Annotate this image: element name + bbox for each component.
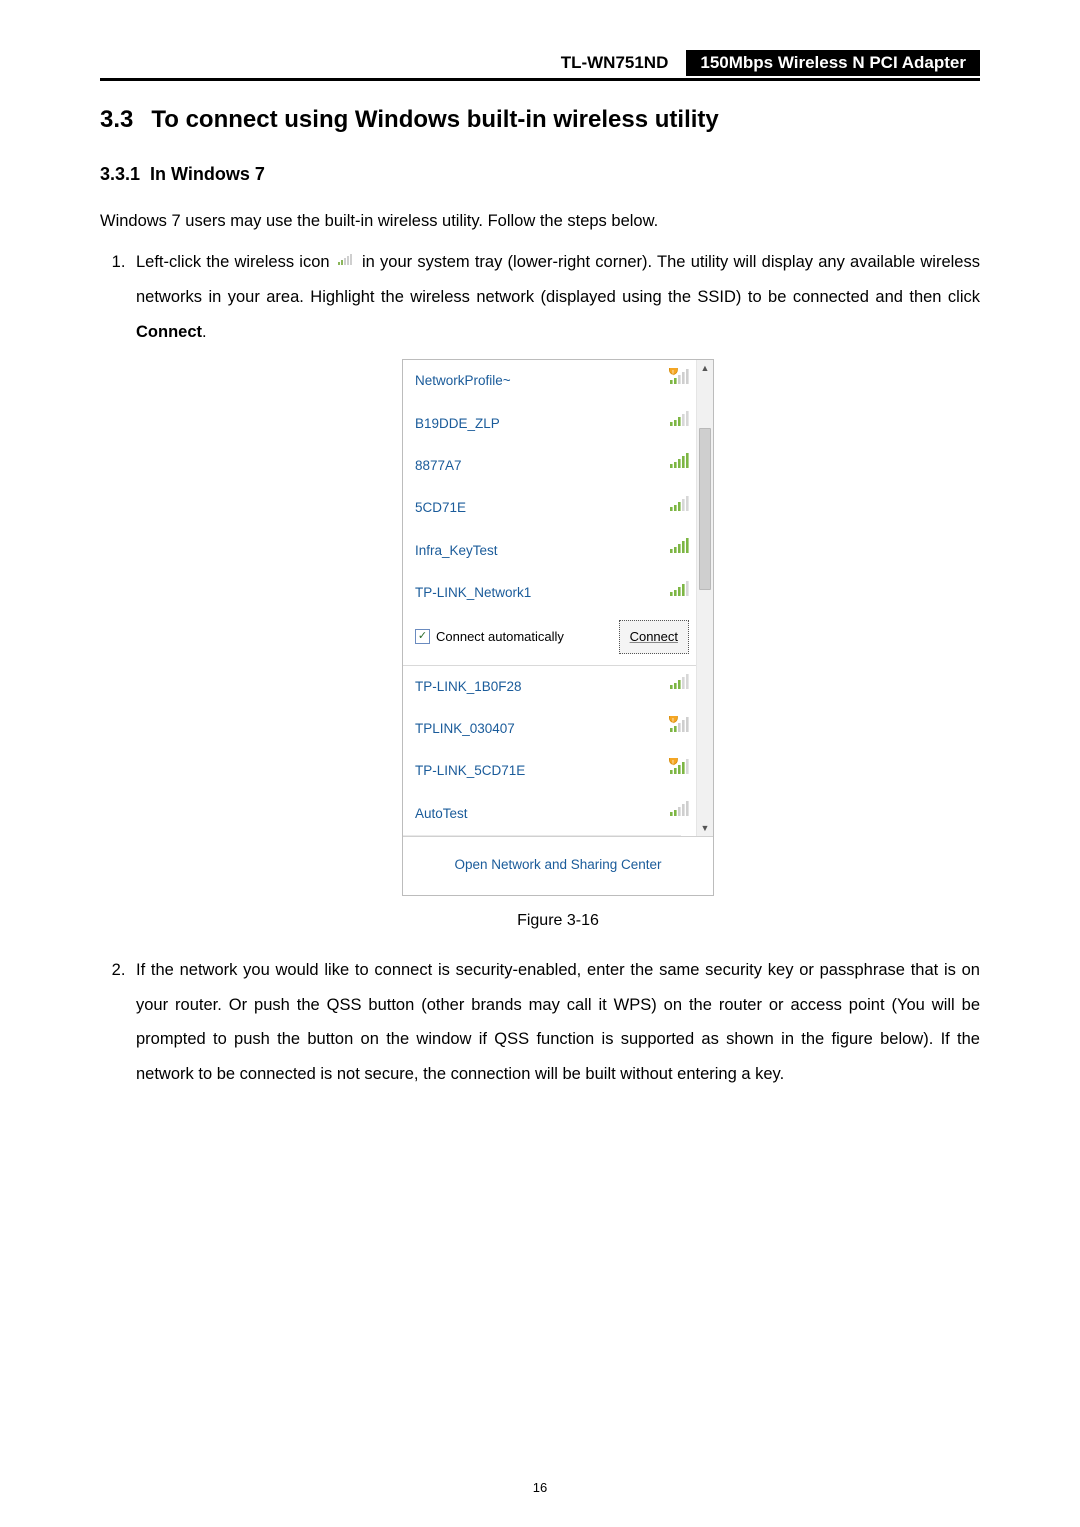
open-network-center-link[interactable]: Open Network and Sharing Center — [403, 836, 713, 895]
wifi-ssid: B19DDE_ZLP — [415, 410, 665, 438]
wifi-flyout: NetworkProfile~ ! B19DDE_ZLP 8877A7 5CD7… — [402, 359, 714, 896]
scroll-thumb[interactable] — [699, 428, 711, 590]
step1-text-c: . — [202, 323, 207, 341]
wifi-network-item[interactable]: TP-LINK_5CD71E ! — [403, 750, 697, 792]
wifi-ssid: TPLINK_030407 — [415, 715, 665, 743]
signal-strength-icon — [665, 495, 691, 522]
section-title-text: To connect using Windows built-in wirele… — [151, 106, 718, 133]
wifi-network-item[interactable]: NetworkProfile~ ! — [403, 360, 697, 402]
header-bar: TL-WN751ND 150Mbps Wireless N PCI Adapte… — [100, 50, 980, 81]
wifi-ssid: 8877A7 — [415, 452, 665, 480]
wifi-ssid: NetworkProfile~ — [415, 367, 665, 395]
wifi-network-item[interactable]: TP-LINK_Network1 — [403, 572, 697, 614]
signal-strength-icon — [665, 452, 691, 479]
wifi-network-item[interactable]: AutoTest — [403, 793, 697, 835]
wifi-network-list: NetworkProfile~ ! B19DDE_ZLP 8877A7 5CD7… — [403, 360, 713, 836]
scrollbar[interactable]: ▲ ▼ — [696, 360, 713, 836]
selected-network-panel: ✓ Connect automatically Connect — [403, 614, 697, 661]
signal-strength-icon — [665, 580, 691, 607]
signal-strength-icon — [665, 800, 691, 827]
signal-strength-icon: ! — [665, 368, 691, 395]
wifi-ssid: 5CD71E — [415, 494, 665, 522]
svg-text:!: ! — [672, 760, 674, 767]
scroll-down-button[interactable]: ▼ — [697, 820, 713, 836]
connect-button[interactable]: Connect — [619, 620, 689, 653]
scroll-track[interactable] — [697, 376, 713, 820]
subsection-number: 3.3.1 — [100, 164, 140, 185]
section-number: 3.3 — [100, 106, 133, 134]
connect-word: Connect — [136, 323, 202, 341]
auto-connect-checkbox[interactable]: ✓ — [415, 629, 430, 644]
section-heading: 3.3 To connect using Windows built-in wir… — [100, 106, 980, 134]
step1-text-a: Left-click the wireless icon — [136, 253, 335, 271]
subsection-heading: 3.3.1 In Windows 7 — [100, 164, 980, 185]
wifi-network-item[interactable]: TPLINK_030407 ! — [403, 708, 697, 750]
page-number: 16 — [0, 1480, 1080, 1495]
wifi-network-item[interactable]: TP-LINK_1B0F28 — [403, 666, 697, 708]
wifi-ssid: TP-LINK_1B0F28 — [415, 673, 665, 701]
wifi-network-item[interactable]: B19DDE_ZLP — [403, 403, 697, 445]
wifi-ssid: Infra_KeyTest — [415, 537, 665, 565]
signal-strength-icon: ! — [665, 758, 691, 785]
wifi-network-item[interactable]: 8877A7 — [403, 445, 697, 487]
product-name: 150Mbps Wireless N PCI Adapter — [686, 50, 980, 76]
step-1: Left-click the wireless icon in your sys… — [130, 245, 980, 938]
signal-strength-icon — [665, 673, 691, 700]
signal-strength-icon — [665, 410, 691, 437]
signal-strength-icon — [665, 537, 691, 564]
wifi-ssid: TP-LINK_5CD71E — [415, 757, 665, 785]
subsection-title-text: In Windows 7 — [150, 164, 265, 184]
intro-paragraph: Windows 7 users may use the built-in wir… — [100, 207, 980, 235]
svg-text:!: ! — [672, 370, 674, 377]
scroll-up-button[interactable]: ▲ — [697, 360, 713, 376]
figure-caption: Figure 3-16 — [136, 904, 980, 938]
wifi-network-item[interactable]: Infra_KeyTest — [403, 530, 697, 572]
svg-text:!: ! — [672, 718, 674, 725]
wifi-ssid: TP-LINK_Network1 — [415, 579, 665, 607]
step-2: If the network you would like to connect… — [130, 953, 980, 1092]
wifi-network-item[interactable]: 5CD71E — [403, 487, 697, 529]
auto-connect-label: Connect automatically — [436, 623, 613, 650]
wireless-tray-icon — [337, 245, 355, 280]
wifi-ssid: AutoTest — [415, 800, 665, 828]
model-number: TL-WN751ND — [561, 53, 687, 73]
signal-strength-icon: ! — [665, 716, 691, 743]
